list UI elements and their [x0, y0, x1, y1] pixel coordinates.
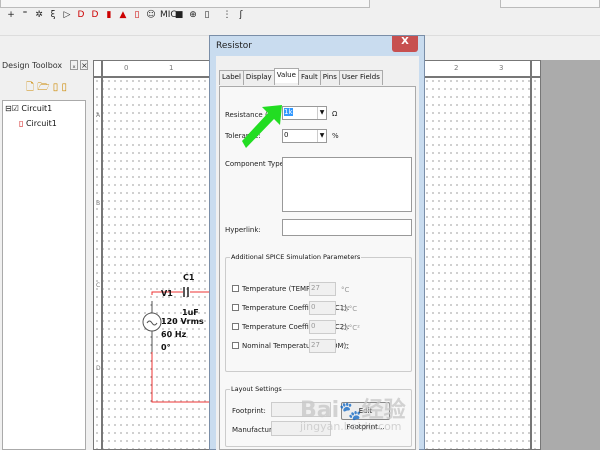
ruler-mark: 2 [454, 64, 459, 72]
row-mark: D [96, 365, 101, 372]
component-type-field[interactable] [282, 157, 412, 212]
dialog-title: Resistor [216, 41, 252, 51]
toolbar-component-icon[interactable]: ■ [174, 10, 184, 20]
source-phase: 0° [161, 343, 171, 352]
ruler-mark: 3 [499, 64, 504, 72]
toolbar-component-icon[interactable]: D [76, 10, 86, 20]
toolbar-component-icon[interactable]: ⊕ [188, 10, 198, 20]
tnom-checkbox[interactable] [232, 342, 239, 349]
source-value: 120 Vrms [161, 317, 204, 326]
footprint-label: Footprint: [232, 407, 266, 415]
dialog-close-button[interactable]: X [392, 36, 418, 52]
temp-checkbox[interactable] [232, 285, 239, 292]
toolbox-toolbar-icons[interactable]: 🗋 🗁 ▯ ▯ [26, 80, 67, 97]
group-title: Additional SPICE Simulation Parameters [230, 253, 362, 261]
tc1-checkbox[interactable] [232, 304, 239, 311]
schematic-icon: ▯ [19, 119, 24, 128]
ruler-mark: 0 [124, 64, 129, 72]
tc2-field[interactable]: 0 [309, 320, 336, 334]
chevron-down-icon[interactable]: ▼ [317, 107, 326, 119]
hyperlink-field[interactable] [282, 219, 412, 236]
row-mark: B [96, 200, 101, 207]
toolbar-component-icon[interactable]: ⁼ [20, 10, 30, 20]
tab-label[interactable]: Label [219, 70, 244, 85]
annotation-arrow-icon [242, 105, 282, 148]
ruler-mark: 1 [169, 64, 174, 72]
tree-label: Circuit1 [25, 119, 57, 128]
tnom-field[interactable]: 27 [309, 339, 336, 353]
tab-pins[interactable]: Pins [319, 70, 340, 85]
source-label[interactable]: V1 [161, 289, 173, 298]
toolbar-component-icon[interactable]: ʃ [236, 10, 246, 20]
toolbar-component-icon[interactable]: ▯ [202, 10, 212, 20]
toolbar-component-icon[interactable]: ✲ [34, 10, 44, 20]
toolbar-component-icon[interactable]: D [90, 10, 100, 20]
watermark-url: jingyan.baidu.com [300, 420, 402, 433]
param-label: Temperature (TEMP): [242, 285, 316, 293]
group-title: Layout Settings [230, 385, 283, 393]
toolbar-component-icon[interactable]: ☺ [146, 10, 156, 20]
param-unit: °C [341, 343, 350, 351]
toolbar-component-icon[interactable]: ▮ [104, 10, 114, 20]
tree-item-sheet[interactable]: ▯ Circuit1 [19, 119, 57, 128]
toolbar-component-icon[interactable]: ▯ [132, 10, 142, 20]
toolbar-component-icon[interactable]: ⋮ [222, 10, 232, 20]
resistance-unit: Ω [332, 110, 338, 118]
pin-icon[interactable]: ₓ [70, 60, 78, 70]
tree-label: Circuit1 [21, 104, 53, 113]
toolbox-title: Design Toolbox ₓ × [2, 60, 88, 70]
param-unit: °C [341, 286, 350, 294]
toolbar-strip [0, 0, 370, 8]
capacitor-label[interactable]: C1 [183, 273, 194, 282]
row-mark: C [96, 282, 101, 289]
toolbar: + ⁼ ✲ ξ ▷ D D ▮ ▲ ▯ ☺ MIC ■ ⊕ ▯ ⋮ ʃ [0, 0, 600, 36]
chevron-down-icon[interactable]: ▼ [317, 130, 326, 142]
workspace-background [541, 60, 600, 450]
source-frequency: 60 Hz [161, 330, 187, 339]
design-tree: ⊟☑ Circuit1 ▯ Circuit1 [2, 100, 86, 450]
tab-value[interactable]: Value [273, 68, 299, 83]
canvas-side-ruler-right [530, 60, 541, 450]
toolbar-component-icon[interactable]: ξ [48, 10, 58, 20]
green-arrow [242, 105, 282, 148]
tc2-checkbox[interactable] [232, 323, 239, 330]
hyperlink-label: Hyperlink: [225, 226, 261, 234]
toolbar-component-icon[interactable]: MIC [160, 10, 177, 20]
toolbar-component-icon[interactable]: + [6, 10, 16, 20]
tab-display[interactable]: Display [242, 70, 275, 85]
component-type-label: Component Type: [225, 160, 287, 168]
row-mark: A [96, 112, 101, 119]
ac-source-symbol [142, 312, 162, 332]
component-toolbar: + ⁼ ✲ ξ ▷ D D ▮ ▲ ▯ ☺ MIC ■ ⊕ ▯ ⋮ ʃ [6, 10, 246, 20]
close-icon[interactable]: × [80, 60, 88, 70]
tab-user-fields[interactable]: User Fields [338, 70, 383, 85]
tolerance-unit: % [332, 132, 339, 140]
tc1-field[interactable]: 0 [309, 301, 336, 315]
spice-params-group: Additional SPICE Simulation Parameters T… [225, 253, 412, 372]
param-unit: Ω/°C [341, 305, 358, 313]
toolbar-component-icon[interactable]: ▷ [62, 10, 72, 20]
toolbar-component-icon[interactable]: ▲ [118, 10, 128, 20]
tab-fault[interactable]: Fault [297, 70, 321, 85]
tree-item-root[interactable]: ⊟☑ Circuit1 [5, 104, 52, 113]
capacitor-value[interactable]: 1uF [182, 308, 199, 317]
temp-field[interactable]: 27 [309, 282, 336, 296]
param-unit: Ω/°C² [341, 324, 360, 332]
toolbar-strip [500, 0, 600, 8]
tab-strip: Label Display Value Fault Pins User Fiel… [219, 68, 383, 85]
